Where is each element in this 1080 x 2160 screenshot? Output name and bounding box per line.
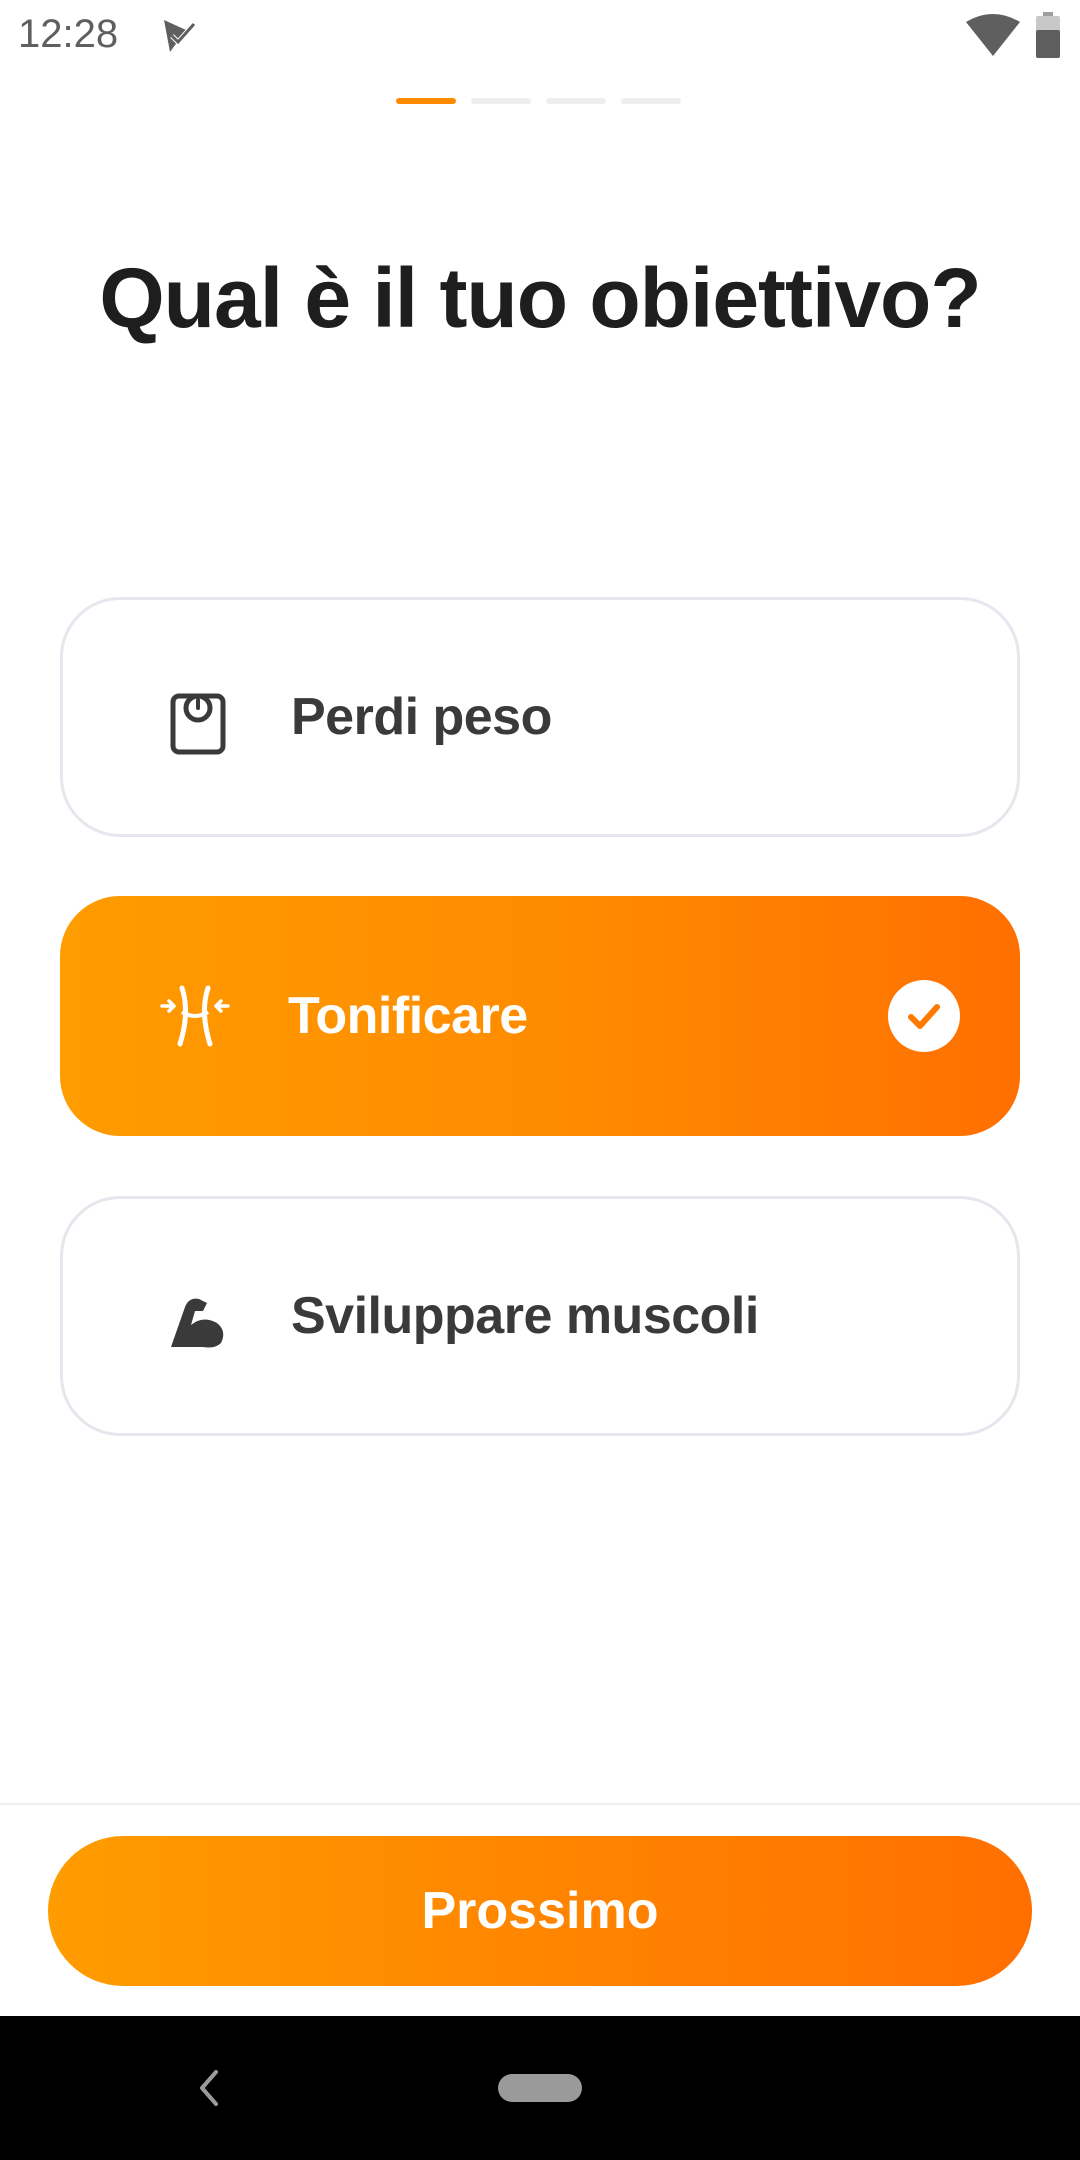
step-progress [396, 98, 681, 104]
status-time: 12:28 [18, 12, 119, 56]
option-label: Sviluppare muscoli [291, 1287, 759, 1345]
option-label: Tonificare [288, 987, 528, 1045]
app-check-icon [164, 20, 196, 52]
option-label: Perdi peso [291, 688, 552, 746]
next-button[interactable]: Prossimo [48, 1836, 1032, 1986]
wifi-icon [966, 14, 1020, 56]
progress-step-4 [621, 98, 681, 104]
status-bar: 12:28 [0, 0, 1080, 72]
back-icon[interactable] [192, 2066, 226, 2110]
flexed-bicep-icon [171, 1298, 224, 1348]
progress-step-3 [546, 98, 606, 104]
progress-step-2 [471, 98, 531, 104]
system-nav-bar [0, 2016, 1080, 2160]
progress-step-1 [396, 98, 456, 104]
bottom-divider [0, 1803, 1080, 1805]
battery-icon [1036, 12, 1060, 58]
page-title: Qual è il tuo obiettivo? [99, 251, 981, 345]
scale-icon [170, 693, 226, 755]
selected-check-icon [888, 980, 960, 1052]
option-build-muscle[interactable]: Sviluppare muscoli [60, 1196, 1020, 1436]
option-lose-weight[interactable]: Perdi peso [60, 597, 1020, 837]
home-pill-icon[interactable] [498, 2074, 582, 2102]
waist-icon [160, 985, 230, 1047]
option-tone[interactable]: Tonificare [60, 896, 1020, 1136]
